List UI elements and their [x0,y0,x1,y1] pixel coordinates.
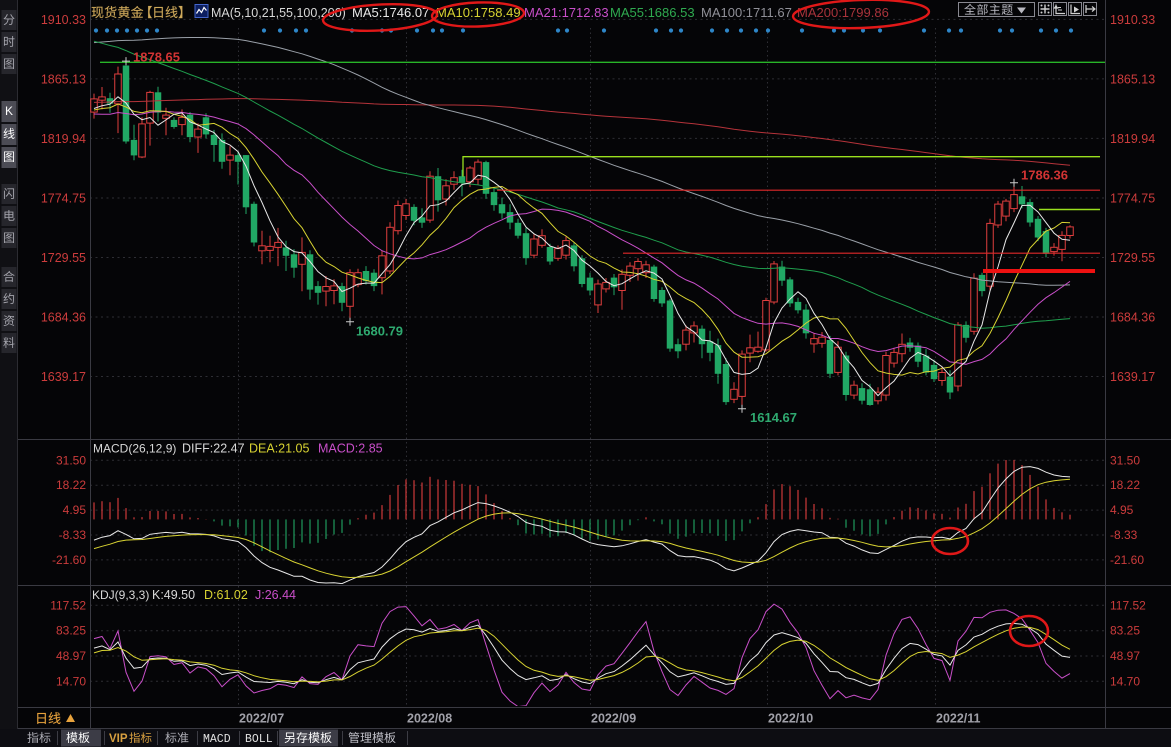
svg-text:1910.33: 1910.33 [41,13,86,27]
svg-text:31.50: 31.50 [56,453,86,467]
svg-text:1774.75: 1774.75 [1110,191,1155,205]
svg-text:18.22: 18.22 [56,478,86,492]
svg-text:1819.94: 1819.94 [41,132,86,146]
svg-text:DIFF:22.47: DIFF:22.47 [182,442,245,456]
svg-text:VIP: VIP [109,733,128,745]
svg-text:1910.33: 1910.33 [1110,13,1155,27]
svg-text:MACD(26,12,9): MACD(26,12,9) [93,442,176,456]
svg-text:4.95: 4.95 [1110,503,1134,517]
svg-text:-8.33: -8.33 [59,528,87,542]
svg-text:1614.67: 1614.67 [750,410,797,425]
svg-text:-8.33: -8.33 [1110,528,1138,542]
svg-text:1684.36: 1684.36 [1110,311,1155,325]
svg-text:14.70: 14.70 [1110,674,1140,688]
svg-text:2022/07: 2022/07 [239,712,284,726]
svg-text:K:49.50: K:49.50 [152,588,195,602]
svg-text:K: K [5,104,13,118]
svg-text:MA(5,10,21,55,100,200): MA(5,10,21,55,100,200) [211,6,346,20]
svg-text:4.95: 4.95 [63,503,87,517]
svg-text:1865.13: 1865.13 [41,72,86,86]
svg-text:1774.75: 1774.75 [41,191,86,205]
svg-text:1729.55: 1729.55 [1110,251,1155,265]
svg-text:BOLL: BOLL [245,733,273,746]
svg-text:MA5:1746.07: MA5:1746.07 [352,5,429,20]
svg-text:1729.55: 1729.55 [41,251,86,265]
svg-text:MACD: MACD [203,733,231,746]
svg-text:MACD:2.85: MACD:2.85 [318,442,383,456]
svg-text:2022/08: 2022/08 [407,712,452,726]
svg-text:83.25: 83.25 [56,624,86,638]
svg-text:18.22: 18.22 [1110,478,1140,492]
svg-text:1819.94: 1819.94 [1110,132,1155,146]
svg-text:48.97: 48.97 [56,649,86,663]
svg-text:117.52: 117.52 [50,598,86,612]
svg-text:-21.60: -21.60 [1110,553,1144,567]
svg-text:DEA:21.05: DEA:21.05 [249,442,310,456]
svg-text:2022/10: 2022/10 [768,712,813,726]
svg-text:J:26.44: J:26.44 [255,588,296,602]
svg-text:MA100:1711.67: MA100:1711.67 [701,5,792,20]
svg-text:KDJ(9,3,3): KDJ(9,3,3) [92,588,149,602]
svg-text:1639.17: 1639.17 [41,370,86,384]
svg-text:1639.17: 1639.17 [1110,370,1155,384]
svg-text:-21.60: -21.60 [52,553,86,567]
svg-text:1786.36: 1786.36 [1021,168,1068,183]
svg-text:1878.65: 1878.65 [133,50,180,65]
svg-text:1684.36: 1684.36 [41,311,86,325]
svg-text:D:61.02: D:61.02 [204,588,248,602]
svg-text:1865.13: 1865.13 [1110,72,1155,86]
svg-text:14.70: 14.70 [56,674,86,688]
svg-text:MA55:1686.53: MA55:1686.53 [610,5,695,20]
svg-text:117.52: 117.52 [1110,598,1146,612]
svg-text:83.25: 83.25 [1110,624,1140,638]
svg-text:2022/11: 2022/11 [936,712,981,726]
svg-text:31.50: 31.50 [1110,453,1140,467]
svg-text:2022/09: 2022/09 [591,712,636,726]
svg-text:MA21:1712.83: MA21:1712.83 [524,5,609,20]
svg-text:48.97: 48.97 [1110,649,1140,663]
svg-text:1680.79: 1680.79 [356,324,403,339]
